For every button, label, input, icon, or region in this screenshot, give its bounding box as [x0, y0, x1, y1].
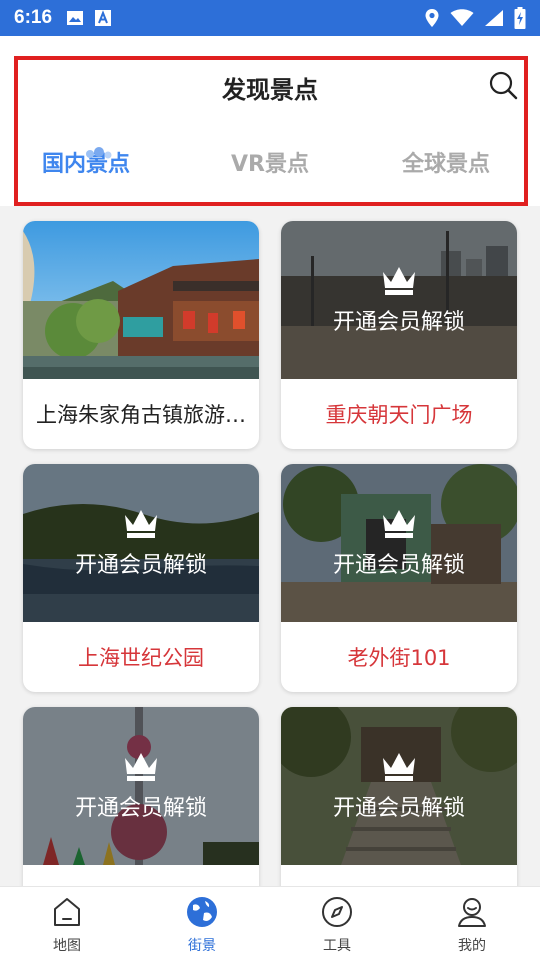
lock-label: 开通会员解锁	[74, 796, 207, 821]
scenic-card[interactable]: 开通会员解锁	[281, 707, 517, 886]
lock-overlay: 开通会员解锁	[23, 707, 259, 865]
status-time: 6:16	[14, 7, 53, 28]
lock-overlay: 开通会员解锁	[281, 707, 517, 865]
scenic-name: 上海朱家角古镇旅游…	[36, 403, 246, 427]
wifi-icon	[450, 9, 474, 26]
lock-label: 开通会员解锁	[74, 553, 207, 578]
lock-overlay: 开通会员解锁	[281, 464, 517, 622]
crown-icon	[383, 753, 415, 781]
scenic-photo: 开通会员解锁	[23, 464, 259, 622]
crown-icon	[125, 510, 157, 538]
scenic-grid: 上海朱家角古镇旅游… 开通会员解锁 重庆朝天门广场 开通会员解锁 上海世纪公园 …	[0, 206, 540, 886]
scenic-card[interactable]: 开通会员解锁 上海世纪公园	[23, 464, 259, 692]
nav-item-tools[interactable]: 工具	[297, 895, 377, 955]
scenic-photo: 开通会员解锁	[23, 707, 259, 865]
page-header: 发现景点 国内景点 VR景点 全球景点	[0, 36, 540, 206]
bottom-nav: 地图 街景 工具 我的	[0, 886, 540, 960]
tab-vr[interactable]: VR景点	[231, 146, 309, 178]
scenic-card[interactable]: 上海朱家角古镇旅游…	[23, 221, 259, 449]
globe-icon	[187, 897, 217, 927]
scenic-card[interactable]: 开通会员解锁 老外街101	[281, 464, 517, 692]
tab-bar: 国内景点 VR景点 全球景点	[14, 146, 528, 186]
crown-icon	[383, 510, 415, 538]
location-icon	[425, 9, 439, 27]
scenic-name: 上海世纪公园	[78, 646, 204, 670]
font-download-icon	[95, 10, 112, 26]
scenic-card[interactable]: 开通会员解锁 重庆朝天门广场	[281, 221, 517, 449]
compass-icon	[322, 897, 352, 927]
nav-item-profile[interactable]: 我的	[432, 895, 512, 955]
lock-label: 开通会员解锁	[332, 553, 465, 578]
lock-overlay: 开通会员解锁	[23, 464, 259, 622]
lock-label: 开通会员解锁	[332, 796, 465, 821]
scenic-card[interactable]: 开通会员解锁	[23, 707, 259, 886]
scenic-photo: 开通会员解锁	[281, 707, 517, 865]
crown-icon	[125, 753, 157, 781]
scenic-photo: 开通会员解锁	[281, 464, 517, 622]
search-icon[interactable]	[488, 70, 518, 100]
map-icon	[54, 898, 80, 926]
nav-item-map[interactable]: 地图	[27, 895, 107, 955]
signal-icon	[485, 10, 503, 26]
nav-label: 街景	[188, 938, 216, 954]
scenic-name	[23, 865, 259, 886]
status-bar: 6:16	[0, 0, 540, 36]
nav-label: 工具	[323, 938, 351, 954]
battery-charging-icon	[514, 7, 526, 29]
nav-item-streetview[interactable]: 街景	[162, 895, 242, 955]
profile-icon	[458, 898, 486, 927]
scenic-photo: 开通会员解锁	[281, 221, 517, 379]
scenic-name: 老外街101	[347, 646, 451, 670]
image-icon	[67, 11, 84, 25]
scenic-name: 重庆朝天门广场	[325, 403, 473, 427]
tab-indicator-dots	[86, 147, 112, 159]
lock-label: 开通会员解锁	[332, 310, 465, 335]
tab-global[interactable]: 全球景点	[402, 146, 490, 178]
page-title: 发现景点	[222, 76, 318, 104]
crown-icon	[383, 267, 415, 295]
lock-overlay: 开通会员解锁	[281, 221, 517, 379]
scenic-name	[281, 865, 517, 886]
nav-label: 地图	[53, 938, 81, 954]
scenic-photo	[23, 221, 259, 379]
nav-label: 我的	[458, 938, 486, 954]
